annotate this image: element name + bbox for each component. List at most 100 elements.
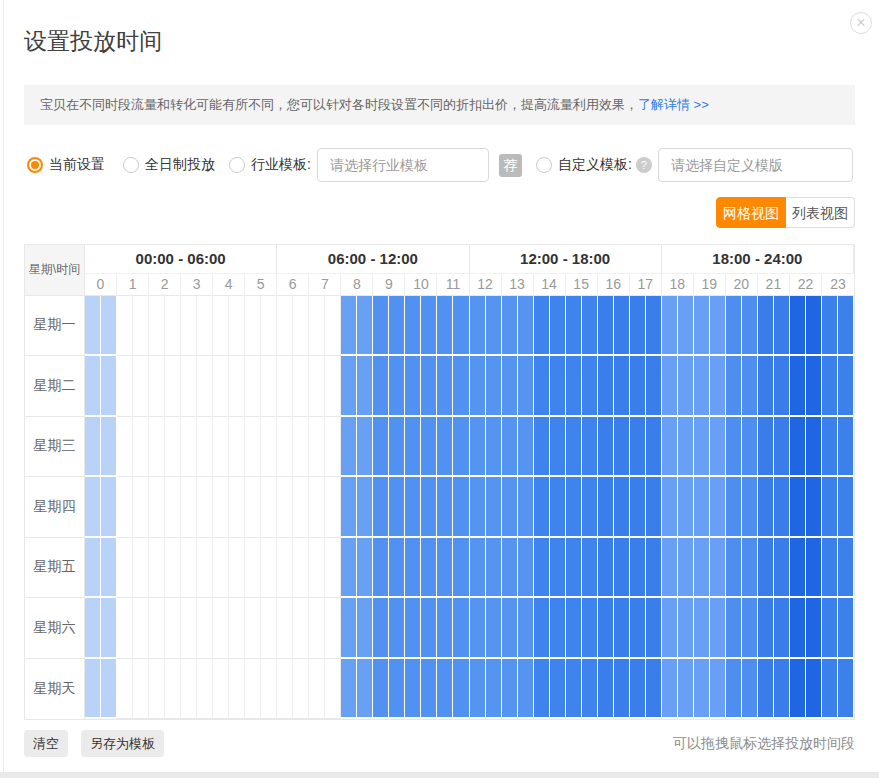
schedule-cell[interactable]	[309, 477, 325, 538]
schedule-cell[interactable]	[662, 538, 678, 599]
schedule-cell[interactable]	[149, 417, 165, 478]
schedule-cell[interactable]	[277, 356, 293, 417]
schedule-cell[interactable]	[582, 659, 598, 720]
schedule-cell[interactable]	[373, 598, 389, 659]
schedule-cell[interactable]	[325, 296, 341, 357]
schedule-cell[interactable]	[614, 417, 630, 478]
schedule-cell[interactable]	[341, 598, 357, 659]
schedule-cell[interactable]	[133, 356, 149, 417]
schedule-cell[interactable]	[598, 356, 614, 417]
schedule-cell[interactable]	[502, 417, 518, 478]
grid-view-button[interactable]: 网格视图	[716, 197, 786, 228]
list-view-button[interactable]: 列表视图	[786, 197, 855, 228]
schedule-cell[interactable]	[261, 538, 277, 599]
schedule-cell[interactable]	[550, 417, 566, 478]
schedule-cell[interactable]	[838, 598, 854, 659]
schedule-cell[interactable]	[149, 296, 165, 357]
schedule-cell[interactable]	[806, 477, 822, 538]
schedule-cell[interactable]	[518, 659, 534, 720]
schedule-cell[interactable]	[437, 356, 453, 417]
schedule-cell[interactable]	[341, 356, 357, 417]
schedule-cell[interactable]	[229, 659, 245, 720]
schedule-cell[interactable]	[566, 598, 582, 659]
schedule-cell[interactable]	[85, 659, 101, 720]
schedule-cell[interactable]	[614, 598, 630, 659]
schedule-cell[interactable]	[85, 598, 101, 659]
schedule-cell[interactable]	[566, 538, 582, 599]
schedule-cell[interactable]	[774, 598, 790, 659]
schedule-cell[interactable]	[245, 417, 261, 478]
schedule-cell[interactable]	[405, 659, 421, 720]
clear-button[interactable]: 清空	[24, 730, 68, 757]
schedule-cell[interactable]	[149, 598, 165, 659]
schedule-cell[interactable]	[534, 477, 550, 538]
schedule-cell[interactable]	[502, 538, 518, 599]
schedule-cell[interactable]	[213, 659, 229, 720]
schedule-cell[interactable]	[742, 477, 758, 538]
schedule-cell[interactable]	[486, 477, 502, 538]
schedule-cell[interactable]	[421, 356, 437, 417]
schedule-cell[interactable]	[405, 538, 421, 599]
schedule-cell[interactable]	[421, 417, 437, 478]
schedule-cell[interactable]	[197, 659, 213, 720]
schedule-cell[interactable]	[165, 598, 181, 659]
schedule-cell[interactable]	[502, 296, 518, 357]
schedule-cell[interactable]	[582, 538, 598, 599]
schedule-cell[interactable]	[149, 477, 165, 538]
schedule-cell[interactable]	[646, 538, 662, 599]
schedule-cell[interactable]	[534, 598, 550, 659]
schedule-cell[interactable]	[790, 356, 806, 417]
schedule-cell[interactable]	[341, 417, 357, 478]
schedule-cell[interactable]	[229, 477, 245, 538]
schedule-cell[interactable]	[838, 538, 854, 599]
schedule-cell[interactable]	[453, 598, 469, 659]
schedule-cell[interactable]	[550, 538, 566, 599]
schedule-cell[interactable]	[470, 598, 486, 659]
schedule-cell[interactable]	[550, 356, 566, 417]
schedule-cell[interactable]	[486, 356, 502, 417]
schedule-cell[interactable]	[149, 538, 165, 599]
schedule-cell[interactable]	[101, 296, 117, 357]
schedule-cell[interactable]	[421, 598, 437, 659]
radio-all-day-label[interactable]: 全日制投放	[145, 156, 215, 174]
schedule-cell[interactable]	[614, 356, 630, 417]
schedule-cell[interactable]	[325, 477, 341, 538]
schedule-cell[interactable]	[277, 598, 293, 659]
schedule-cell[interactable]	[806, 538, 822, 599]
schedule-cell[interactable]	[534, 659, 550, 720]
radio-industry-template-label[interactable]: 行业模板:	[251, 156, 311, 174]
schedule-cell[interactable]	[742, 356, 758, 417]
schedule-cell[interactable]	[133, 417, 149, 478]
schedule-cell[interactable]	[245, 356, 261, 417]
schedule-cell[interactable]	[486, 538, 502, 599]
schedule-cell[interactable]	[293, 356, 309, 417]
schedule-cell[interactable]	[421, 659, 437, 720]
schedule-cell[interactable]	[582, 477, 598, 538]
schedule-cell[interactable]	[470, 417, 486, 478]
schedule-cell[interactable]	[453, 477, 469, 538]
schedule-cell[interactable]	[149, 659, 165, 720]
schedule-cell[interactable]	[389, 659, 405, 720]
schedule-cell[interactable]	[389, 477, 405, 538]
schedule-cell[interactable]	[133, 538, 149, 599]
schedule-cell[interactable]	[678, 598, 694, 659]
schedule-cell[interactable]	[373, 356, 389, 417]
schedule-cell[interactable]	[165, 659, 181, 720]
schedule-cell[interactable]	[678, 477, 694, 538]
schedule-cell[interactable]	[470, 538, 486, 599]
schedule-cell[interactable]	[389, 356, 405, 417]
schedule-cell[interactable]	[101, 356, 117, 417]
schedule-cell[interactable]	[838, 417, 854, 478]
schedule-cell[interactable]	[245, 659, 261, 720]
schedule-cell[interactable]	[598, 598, 614, 659]
schedule-cell[interactable]	[293, 296, 309, 357]
schedule-cell[interactable]	[277, 477, 293, 538]
schedule-cell[interactable]	[598, 296, 614, 357]
schedule-cell[interactable]	[502, 356, 518, 417]
schedule-cell[interactable]	[229, 538, 245, 599]
schedule-cell[interactable]	[758, 538, 774, 599]
schedule-cell[interactable]	[646, 296, 662, 357]
schedule-cell[interactable]	[662, 356, 678, 417]
schedule-cell[interactable]	[373, 417, 389, 478]
schedule-cell[interactable]	[758, 296, 774, 357]
